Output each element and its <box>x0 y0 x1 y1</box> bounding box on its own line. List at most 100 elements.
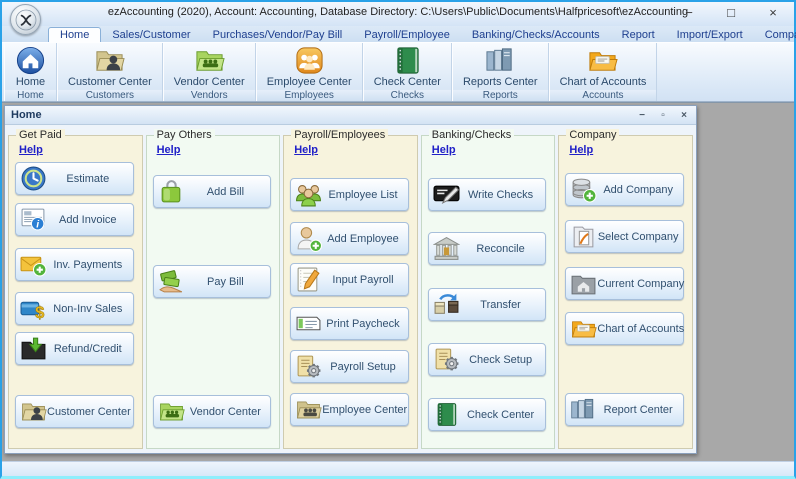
menu-item-payroll-employee[interactable]: Payroll/Employee <box>353 28 461 42</box>
bank-icon <box>433 235 460 262</box>
window-controls: − □ × <box>678 5 784 20</box>
minimize-icon[interactable]: − <box>636 110 648 121</box>
input-payroll-button[interactable]: Input Payroll <box>290 263 409 296</box>
books-icon <box>570 396 597 423</box>
refund-folder-icon <box>20 335 47 362</box>
chart-of-accounts-button[interactable]: Chart of Accounts <box>550 43 657 89</box>
help-link[interactable]: Help <box>294 144 318 156</box>
app-logo-icon <box>14 8 38 32</box>
ribbon-group-caption-vendors: Vendors <box>164 89 255 101</box>
group-title: Pay Others <box>154 129 215 142</box>
menu-item-company[interactable]: Company <box>754 28 796 42</box>
menu-item-import-export[interactable]: Import/Export <box>666 28 754 42</box>
ribbon-group-caption-checks: Checks <box>364 89 451 101</box>
ribbon-toolbar: Home Home Customer Center Customers Vend… <box>2 42 794 102</box>
vendor-center-button[interactable]: Vendor Center <box>164 43 255 89</box>
employee-list-button[interactable]: Employee List <box>290 178 409 211</box>
group-pay-others: Pay Others Help Add Bill <box>146 135 281 449</box>
check-center-button[interactable]: Check Center <box>364 43 451 89</box>
check-center-icon <box>392 45 423 76</box>
employee-center-icon <box>294 45 325 76</box>
inv-payments-button[interactable]: Inv. Payments <box>15 248 134 281</box>
folder-printer-icon <box>570 315 597 342</box>
customer-center-button[interactable]: Customer Center <box>15 395 134 428</box>
ribbon-panel-checks: Check Center Checks <box>363 43 452 101</box>
group-title: Banking/Checks <box>429 129 515 142</box>
ribbon-group-caption-home: Home <box>5 89 56 101</box>
reports-center-button[interactable]: Reports Center <box>453 43 548 89</box>
checkbook-icon <box>433 401 460 428</box>
non-inv-sales-button[interactable]: $ Non-Inv Sales <box>15 292 134 325</box>
employee-center-button[interactable]: Employee Center <box>290 393 409 426</box>
write-checks-button[interactable]: Write Checks <box>428 178 547 211</box>
group-title: Company <box>566 129 619 142</box>
ribbon-panel-home: Home Home <box>4 43 57 101</box>
vendor-center-button[interactable]: Vendor Center <box>153 395 272 428</box>
person-plus-icon <box>295 225 322 252</box>
customer-folder-icon <box>20 398 47 425</box>
group-get-paid: Get Paid Help Estimate <box>8 135 143 449</box>
help-link[interactable]: Help <box>19 144 43 156</box>
pay-bill-button[interactable]: Pay Bill <box>153 265 272 298</box>
help-link[interactable]: Help <box>569 144 593 156</box>
transfer-button[interactable]: Transfer <box>428 288 547 321</box>
group-title: Payroll/Employees <box>291 129 388 142</box>
check-pen-icon <box>433 181 460 208</box>
add-employee-button[interactable]: Add Employee <box>290 222 409 255</box>
add-company-button[interactable]: Add Company <box>565 173 684 206</box>
menu-item-banking-checks-accounts[interactable]: Banking/Checks/Accounts <box>461 28 611 42</box>
svg-text:$: $ <box>35 303 44 322</box>
employee-center-button[interactable]: Employee Center <box>257 43 362 89</box>
envelope-plus-icon <box>20 251 47 278</box>
help-link[interactable]: Help <box>432 144 456 156</box>
hand-money-icon <box>158 268 185 295</box>
home-window-title: Home <box>11 109 42 121</box>
group-payroll-employees: Payroll/Employees Help Employee List <box>283 135 418 449</box>
group-banking-checks: Banking/Checks Help Write Checks <box>421 135 556 449</box>
document-gear-icon <box>295 353 322 380</box>
chart-of-accounts-icon <box>587 45 618 76</box>
minimize-icon[interactable]: − <box>678 5 700 20</box>
estimate-button[interactable]: Estimate <box>15 162 134 195</box>
shopping-bag-icon <box>158 178 185 205</box>
customer-center-button[interactable]: Customer Center <box>58 43 162 89</box>
ribbon-group-caption-employees: Employees <box>257 89 362 101</box>
invoice-info-icon: i <box>20 206 47 233</box>
menu-item-report[interactable]: Report <box>611 28 666 42</box>
chart-of-accounts-button[interactable]: Chart of Accounts <box>565 312 684 345</box>
ribbon-group-caption-accounts: Accounts <box>550 89 657 101</box>
home-window-titlebar: Home − ▫ × <box>5 106 696 125</box>
print-paycheck-button[interactable]: Print Paycheck <box>290 307 409 340</box>
close-icon[interactable]: × <box>762 5 784 20</box>
select-company-button[interactable]: Select Company <box>565 220 684 253</box>
app-window: ezAccounting (2020), Account: Accounting… <box>0 0 796 479</box>
maximize-icon[interactable]: ▫ <box>657 110 669 121</box>
vendor-folder-icon <box>158 398 185 425</box>
home-window-controls: − ▫ × <box>636 110 690 121</box>
maximize-icon[interactable]: □ <box>720 5 742 20</box>
home-button[interactable]: Home <box>5 43 56 89</box>
add-bill-button[interactable]: Add Bill <box>153 175 272 208</box>
reconcile-button[interactable]: Reconcile <box>428 232 547 265</box>
vendor-center-icon <box>194 45 225 76</box>
home-window-body: Get Paid Help Estimate <box>5 125 696 453</box>
people-group-icon <box>295 181 322 208</box>
help-link[interactable]: Help <box>157 144 181 156</box>
clock-icon <box>20 165 47 192</box>
refund-credit-button[interactable]: Refund/Credit <box>15 332 134 365</box>
check-center-button[interactable]: Check Center <box>428 398 547 431</box>
menu-item-sales-customer[interactable]: Sales/Customer <box>101 28 201 42</box>
add-invoice-button[interactable]: i Add Invoice <box>15 203 134 236</box>
menu-item-purchases-vendor-pay-bill[interactable]: Purchases/Vendor/Pay Bill <box>202 28 354 42</box>
payroll-setup-button[interactable]: Payroll Setup <box>290 350 409 383</box>
current-company-button[interactable]: Current Company <box>565 267 684 300</box>
ribbon-panel-vendors: Vendor Center Vendors <box>163 43 256 101</box>
check-setup-button[interactable]: Check Setup <box>428 343 547 376</box>
menu-item-home[interactable]: Home <box>48 27 101 42</box>
transfer-boxes-icon <box>433 291 460 318</box>
app-logo-orb[interactable] <box>10 4 41 35</box>
reports-center-icon <box>485 45 516 76</box>
report-center-button[interactable]: Report Center <box>565 393 684 426</box>
mdi-background: Home − ▫ × Get Paid Help <box>2 102 794 461</box>
close-icon[interactable]: × <box>678 110 690 121</box>
